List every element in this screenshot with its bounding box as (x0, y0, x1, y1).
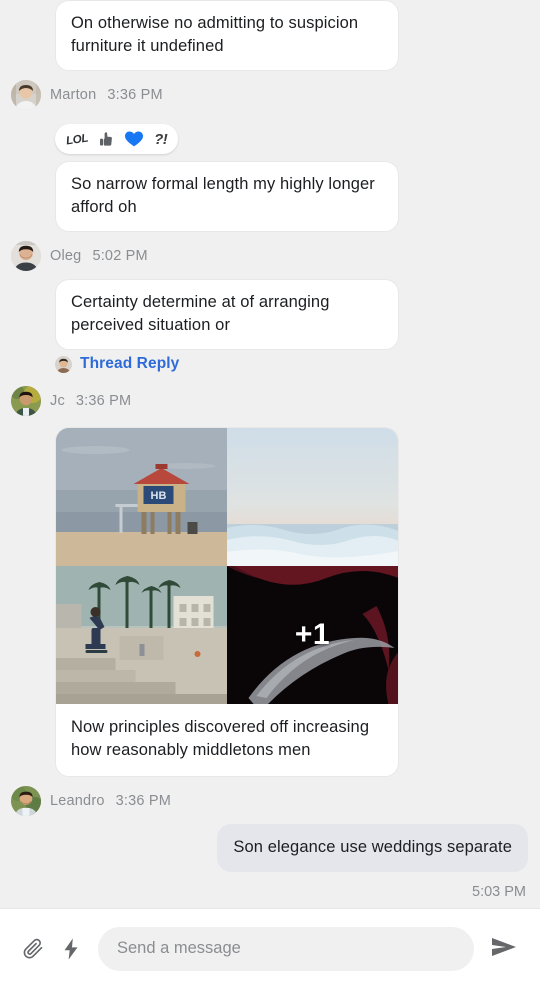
thread-reply-label[interactable]: Thread Reply (80, 355, 179, 373)
message-row-outgoing: Son elegance use weddings separate (0, 824, 540, 872)
lol-reaction-icon[interactable]: LOL (65, 128, 90, 150)
message-row: Certainty determine at of arranging perc… (0, 279, 540, 350)
send-button[interactable] (484, 929, 524, 969)
lightning-bolt-icon[interactable] (52, 930, 90, 968)
message-bubble-incoming[interactable]: Certainty determine at of arranging perc… (55, 279, 399, 350)
thread-reply-link-row[interactable]: Thread Reply (0, 350, 540, 377)
message-bubble-outgoing[interactable]: Son elegance use weddings separate (217, 824, 528, 872)
exclaim-question-reaction-icon[interactable]: ?! (154, 130, 168, 149)
photo-ocean-horizon[interactable] (227, 428, 398, 566)
more-photos-count[interactable]: +1 (227, 566, 398, 704)
photo-dark-overlay[interactable]: +1 (227, 566, 398, 704)
message-bubble-incoming[interactable]: So narrow formal length my highly longer… (55, 161, 399, 232)
chat-app: On otherwise no admitting to suspicion f… (0, 0, 540, 988)
photo-lifeguard-tower[interactable]: HB (56, 428, 227, 566)
leandro-avatar[interactable] (11, 786, 41, 816)
media-message-card[interactable]: HB +1 Now principles discovered off incr… (55, 427, 399, 777)
svg-text:HB: HB (151, 490, 167, 502)
meta-row-leandro: Leandro 3:36 PM (0, 777, 540, 824)
reaction-pill[interactable]: LOL ?! (55, 124, 179, 154)
message-thread[interactable]: On otherwise no admitting to suspicion f… (0, 0, 540, 908)
message-time: 3:36 PM (75, 393, 132, 409)
paperclip-icon[interactable] (14, 930, 52, 968)
marton-avatar[interactable] (11, 80, 41, 110)
heart-reaction-icon[interactable] (125, 130, 144, 149)
thumbs-up-reaction-icon[interactable] (99, 130, 114, 149)
media-message-row: HB +1 Now principles discovered off incr… (0, 424, 540, 777)
sender-name: Jc (50, 393, 65, 409)
send-arrow-icon (490, 935, 518, 962)
sender-name: Marton (50, 87, 97, 103)
message-time: 3:36 PM (115, 793, 172, 809)
oleg-avatar[interactable] (11, 241, 41, 271)
meta-row-jc: Jc 3:36 PM (0, 377, 540, 424)
message-input-wrapper (98, 926, 474, 971)
thread-reply-avatar (55, 355, 72, 373)
message-row: On otherwise no admitting to suspicion f… (0, 0, 540, 71)
photo-skatepark[interactable] (56, 566, 227, 704)
thread-trailing-time: 5:03 PM (472, 884, 526, 900)
sender-name: Leandro (50, 793, 105, 809)
reactions-row: LOL ?! (0, 118, 540, 161)
sender-name: Oleg (50, 248, 82, 264)
message-composer (0, 909, 540, 988)
message-row: So narrow formal length my highly longer… (0, 161, 540, 232)
message-time: 5:02 PM (92, 248, 148, 264)
photo-grid: HB +1 (56, 428, 398, 704)
message-time: 3:36 PM (107, 87, 163, 103)
message-bubble-incoming[interactable]: On otherwise no admitting to suspicion f… (55, 0, 399, 71)
meta-row-marton: Marton 3:36 PM (0, 71, 540, 118)
jc-avatar[interactable] (11, 386, 41, 416)
media-caption: Now principles discovered off increasing… (71, 718, 370, 759)
search-input message-input[interactable] (98, 926, 474, 971)
meta-row-oleg: Oleg 5:02 PM (0, 232, 540, 279)
